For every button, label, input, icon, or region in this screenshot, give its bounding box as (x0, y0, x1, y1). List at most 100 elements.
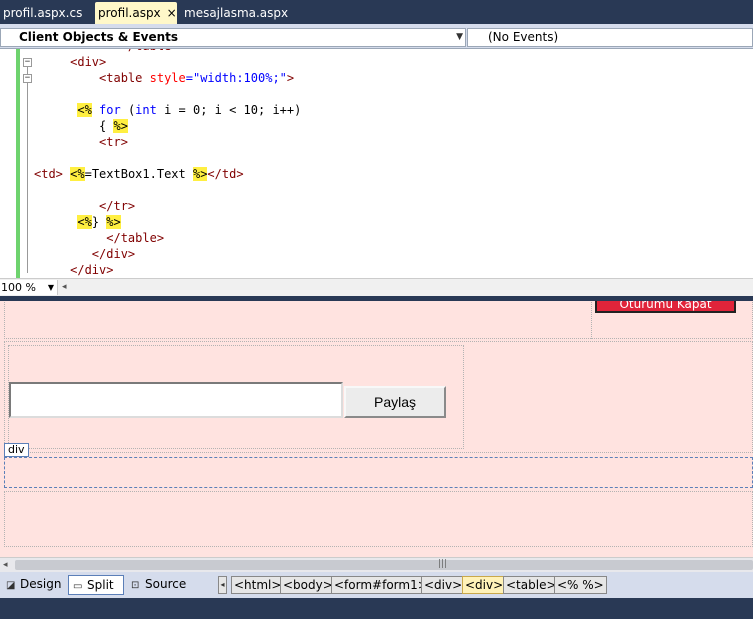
code-line[interactable]: </div> (34, 246, 135, 262)
horizontal-scrollbar[interactable]: ◂ ||| (0, 557, 753, 572)
events-dropdown[interactable]: (No Events) (467, 28, 753, 47)
code-token: ( (120, 103, 136, 117)
view-label: Source (145, 577, 187, 591)
view-switcher-bar: ◪ Design ▭ Split ⊡ Source ◂ <html> <body> <… (0, 572, 753, 598)
message-textbox[interactable] (9, 382, 343, 418)
close-icon[interactable]: × (167, 6, 177, 20)
code-token: </table> (121, 49, 179, 53)
code-token: style (142, 71, 186, 85)
code-token: %> (106, 215, 121, 229)
outline-line (27, 83, 28, 273)
breadcrumb-body[interactable]: <body> (280, 576, 336, 594)
code-token: <% (70, 167, 85, 181)
code-token: <div> (70, 55, 107, 69)
code-token: { (99, 119, 114, 133)
code-line[interactable]: </tr> (34, 198, 135, 214)
scroll-thumb[interactable] (15, 560, 753, 570)
code-token: i = 0; i < 10; i++) (156, 103, 302, 117)
code-token: <% (77, 215, 92, 229)
scroll-grip-icon: ||| (438, 559, 448, 569)
tab-profil-aspx-cs[interactable]: profil.aspx.cs (0, 2, 85, 24)
code-token: </div> (70, 263, 114, 277)
code-token: <tr> (99, 135, 128, 149)
code-token: = (185, 71, 193, 85)
code-token: <td> (34, 167, 63, 181)
dropdown-value: Client Objects & Events (19, 30, 179, 44)
visual-studio-window: profil.aspx.cs profil.aspx × mesajlasma.a… (0, 0, 753, 619)
code-line[interactable]: <table style="width:100%;"> (34, 70, 294, 86)
change-tracking-bar (16, 49, 20, 278)
breadcrumb-div[interactable]: <div> (421, 576, 466, 594)
code-token: for (91, 103, 121, 117)
breadcrumb-table[interactable]: <table> (503, 576, 560, 594)
code-token: </div> (91, 247, 136, 261)
chevron-down-icon[interactable]: ▼ (48, 280, 54, 296)
tab-label: profil.aspx (98, 6, 161, 20)
breadcrumb-div-selected[interactable]: <div> (462, 576, 507, 594)
code-token: </tr> (99, 199, 136, 213)
logout-button[interactable]: Oturumu Kapat (595, 301, 736, 313)
code-line[interactable]: <% for (int i = 0; i < 10; i++) (34, 102, 301, 118)
code-token: } (91, 215, 107, 229)
source-editor[interactable]: − − </table> <div> <table style="width:1… (0, 49, 753, 278)
selected-div-outline[interactable] (4, 457, 753, 488)
status-strip (0, 598, 753, 619)
source-view-icon: ⊡ (131, 580, 140, 591)
code-token: int (135, 103, 157, 117)
view-label: Split (87, 578, 114, 592)
tab-label: profil.aspx.cs (3, 6, 83, 20)
breadcrumb-form[interactable]: <form#form1> (331, 576, 431, 594)
document-tab-strip: profil.aspx.cs profil.aspx × mesajlasma.a… (0, 0, 753, 24)
code-token: </table> (106, 231, 165, 245)
tab-label: mesajlasma.aspx (184, 6, 289, 20)
split-view-button[interactable]: ▭ Split (68, 575, 124, 595)
tab-mesajlasma-aspx[interactable]: mesajlasma.aspx (181, 2, 291, 24)
collapse-icon[interactable]: − (23, 58, 32, 67)
editor-status-bar: 100 % ▼ ◂ (0, 278, 753, 296)
code-line[interactable]: <div> (34, 54, 106, 70)
source-view-button[interactable]: ⊡ Source (127, 575, 189, 595)
breadcrumb-code-block[interactable]: <% %> (554, 576, 607, 594)
code-line[interactable]: { %> (34, 118, 128, 134)
code-token: %> (192, 167, 208, 181)
breadcrumb-left-icon[interactable]: ◂ (218, 576, 227, 594)
code-line[interactable]: </div> (34, 262, 113, 278)
client-objects-dropdown[interactable]: Client Objects & Events ▼ (0, 28, 466, 47)
zoom-select[interactable]: 100 % ▼ (0, 280, 58, 295)
code-line[interactable]: <tr> (34, 134, 128, 150)
navigation-bar: Client Objects & Events ▼ (No Events) (0, 24, 753, 49)
design-surface[interactable]: Oturumu Kapat Paylaş div (0, 301, 753, 557)
code-token: =TextBox1.Text (84, 167, 193, 181)
code-line[interactable]: </table> (34, 230, 164, 246)
chevron-down-icon[interactable]: ▼ (456, 29, 463, 46)
selected-element-tag: div (4, 443, 29, 457)
scroll-left-icon[interactable]: ◂ (3, 558, 8, 572)
code-token: <table (99, 71, 143, 85)
collapse-icon[interactable]: − (23, 74, 32, 83)
share-button[interactable]: Paylaş (344, 386, 446, 418)
split-view-icon: ▭ (73, 581, 83, 592)
tab-profil-aspx[interactable]: profil.aspx × (95, 2, 177, 24)
code-token: %> (113, 119, 128, 133)
breadcrumb-html[interactable]: <html> (231, 576, 285, 594)
code-token: "width:100%;" (192, 71, 287, 85)
code-line[interactable]: <td> <%=TextBox1.Text %></td> (34, 166, 244, 182)
dropdown-value: (No Events) (488, 30, 559, 44)
scroll-left-icon[interactable]: ◂ (62, 279, 67, 295)
zoom-value: 100 % (1, 281, 36, 294)
view-label: Design (20, 577, 62, 591)
code-line[interactable]: <%} %> (34, 214, 121, 230)
code-token: </td> (207, 167, 244, 181)
design-view-button[interactable]: ◪ Design (2, 575, 64, 595)
